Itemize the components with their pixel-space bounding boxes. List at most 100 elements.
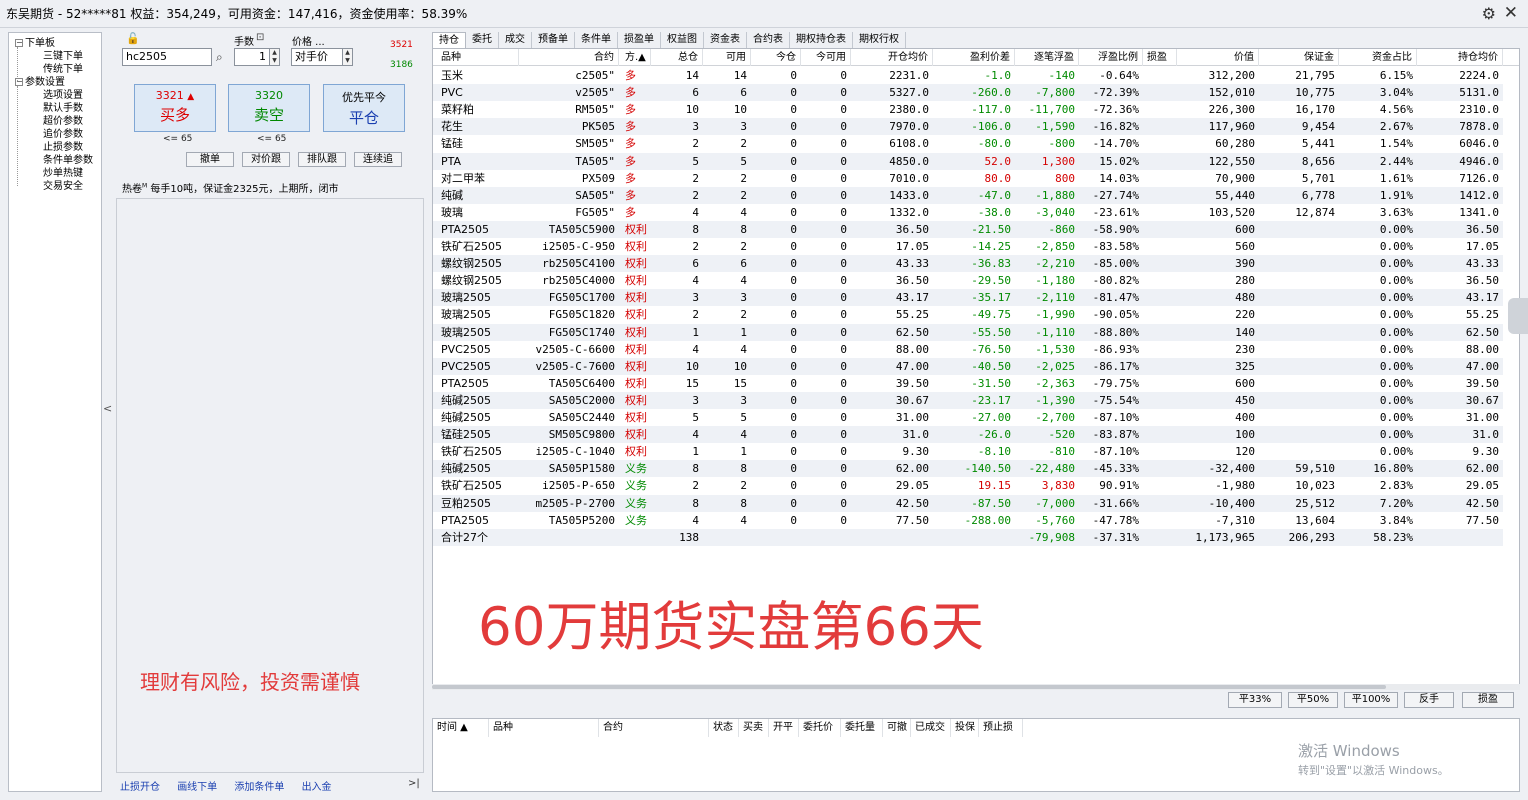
order-column-header[interactable]: 状态 — [709, 719, 739, 737]
buy-long-button[interactable]: 3321 ▲ 买多 — [134, 84, 216, 132]
table-row[interactable]: 纯碱2505 SA505C2440 权利 5 5 0 0 31.00 -27.00 -2,700 -… — [433, 409, 1503, 426]
table-row[interactable]: PTA2505 TA505C6400 权利 15 15 0 0 39.50 -31.50 -2,3… — [433, 374, 1503, 392]
counter-price-follow-button[interactable]: 对价跟 — [242, 152, 290, 167]
column-header[interactable]: 损盈 — [1143, 49, 1177, 66]
action-button[interactable]: 平33% — [1228, 692, 1282, 708]
table-row[interactable]: PTA TA505" 多 5 5 0 0 4850.0 52.0 1,300 15.02% 122,5… — [433, 152, 1503, 170]
table-total-row[interactable]: 合计27个 138 -79,908 -37.31% 1,173,965 206,293 58… — [433, 528, 1503, 546]
table-row[interactable]: 花生 PK505 多 3 3 0 0 7970.0 -106.0 -1,590 -16.82% 117… — [433, 118, 1503, 136]
column-header[interactable]: 今可用 — [801, 49, 851, 66]
table-row[interactable]: 螺纹钢2505 rb2505C4000 权利 4 4 0 0 36.50 -29.50 -1,18… — [433, 272, 1503, 290]
close-position-button[interactable]: 优先平今 平仓 — [323, 84, 405, 132]
draw-line-order-link[interactable]: 画线下单 — [177, 782, 217, 793]
order-column-header[interactable]: 委托价 — [799, 719, 841, 737]
stop-loss-open-link[interactable]: 止损开仓 — [120, 782, 160, 793]
price-stepper[interactable]: ▲ ▼ — [343, 48, 353, 66]
tab-item[interactable]: 期权持仓表 — [790, 32, 853, 48]
table-row[interactable]: 铁矿石2505 i2505-P-650 义务 2 2 0 0 29.05 19.15 3,830 9… — [433, 477, 1503, 495]
table-row[interactable]: PVC v2505" 多 6 6 0 0 5327.0 -260.0 -7,800 -72.39% 1… — [433, 84, 1503, 102]
table-row[interactable]: 纯碱2505 SA505C2000 权利 3 3 0 0 30.67 -23.17 -1,390 -… — [433, 391, 1503, 409]
column-header[interactable]: 方.▲ — [621, 49, 651, 66]
order-column-header[interactable]: 时间 ▲ — [433, 719, 489, 737]
table-row[interactable]: PTA2505 TA505C5900 权利 8 8 0 0 36.50 -21.50 -860 -5… — [433, 220, 1503, 238]
qty-lock-icon[interactable]: ⊡ — [256, 32, 264, 43]
table-row[interactable]: 纯碱 SA505" 多 2 2 0 0 1433.0 -47.0 -1,880 -27.74% 55,… — [433, 186, 1503, 204]
column-header[interactable]: 开仓均价 — [851, 49, 933, 66]
order-column-header[interactable]: 投保 — [951, 719, 979, 737]
order-column-header[interactable]: 买卖 — [739, 719, 769, 737]
tab-item[interactable]: 委托 — [466, 32, 499, 48]
table-row[interactable]: 纯碱2505 SA505P1580 义务 8 8 0 0 62.00 -140.50 -22,48… — [433, 460, 1503, 478]
qty-input[interactable]: 1 — [234, 48, 270, 66]
tab-item[interactable]: 权益图 — [661, 32, 704, 48]
qty-stepper[interactable]: ▲ ▼ — [270, 48, 280, 66]
tab-item[interactable]: 条件单 — [575, 32, 618, 48]
action-button[interactable]: 平100% — [1344, 692, 1398, 708]
collapse-left-icon[interactable]: < — [103, 402, 112, 415]
column-header[interactable]: 可用 — [703, 49, 751, 66]
add-conditional-order-link[interactable]: 添加条件单 — [234, 782, 284, 793]
order-column-header[interactable]: 委托量 — [841, 719, 883, 737]
tree-toggle-icon[interactable]: − — [15, 39, 23, 47]
tab-item[interactable]: 成交 — [499, 32, 532, 48]
table-row[interactable]: PVC2505 v2505-C-7600 权利 10 10 0 0 47.00 -40.50 -2… — [433, 357, 1503, 375]
scrollbar-thumb[interactable] — [432, 685, 1386, 689]
table-row[interactable]: 玻璃2505 FG505C1700 权利 3 3 0 0 43.17 -35.17 -2,110 -… — [433, 289, 1503, 307]
expand-right-icon[interactable]: >| — [408, 778, 420, 789]
sell-short-button[interactable]: 3320 卖空 — [228, 84, 310, 132]
tab-item[interactable]: 资金表 — [704, 32, 747, 48]
order-column-header[interactable]: 品种 — [489, 719, 599, 737]
table-row[interactable]: 玻璃 FG505" 多 4 4 0 0 1332.0 -38.0 -3,040 -23.61% 103… — [433, 203, 1503, 221]
action-button[interactable]: 损盈 — [1462, 692, 1514, 708]
deposit-withdraw-link[interactable]: 出入金 — [302, 782, 332, 793]
column-header[interactable]: 保证金 — [1259, 49, 1339, 66]
horizontal-scrollbar[interactable] — [432, 684, 1520, 690]
unlock-icon[interactable]: 🔓 — [126, 32, 140, 45]
tab-item[interactable]: 损盈单 — [618, 32, 661, 48]
column-header[interactable]: 品种 — [437, 49, 519, 66]
table-row[interactable]: 玻璃2505 FG505C1740 权利 1 1 0 0 62.50 -55.50 -1,110 -… — [433, 323, 1503, 341]
table-row[interactable]: 豆粕2505 m2505-P-2700 义务 8 8 0 0 42.50 -87.50 -7,00… — [433, 494, 1503, 512]
tab-item[interactable]: 合约表 — [747, 32, 790, 48]
table-row[interactable]: 玉米 c2505" 多 14 14 0 0 2231.0 -1.0 -140 -0.64% 312,2… — [433, 67, 1503, 84]
tab-item[interactable]: 预备单 — [532, 32, 575, 48]
column-header[interactable]: 今仓 — [751, 49, 801, 66]
continuous-chase-button[interactable]: 连续追 — [354, 152, 402, 167]
queue-follow-button[interactable]: 排队跟 — [298, 152, 346, 167]
table-row[interactable]: 玻璃2505 FG505C1820 权利 2 2 0 0 55.25 -49.75 -1,990-… — [433, 306, 1503, 324]
order-column-header[interactable]: 已成交 — [911, 719, 951, 737]
column-header[interactable]: 逐笔浮盈 — [1015, 49, 1079, 66]
search-icon[interactable]: ⌕ — [216, 50, 223, 65]
tree-toggle-icon[interactable]: − — [15, 78, 23, 86]
table-row[interactable]: 铁矿石2505 i2505-C-950 权利 2 2 0 0 17.05 -14.25 -2,85… — [433, 238, 1503, 255]
column-header[interactable]: 浮盈比例 — [1079, 49, 1143, 66]
contract-input[interactable]: hc2505 — [122, 48, 212, 66]
table-row[interactable]: 锰硅 SM505" 多 2 2 0 0 6108.0 -80.0 -800 -14.70% 60,28… — [433, 135, 1503, 153]
column-header[interactable]: 持仓均价 — [1417, 49, 1503, 66]
order-column-header[interactable]: 开平 — [769, 719, 799, 737]
column-header[interactable]: 合约 — [519, 49, 619, 66]
column-header[interactable]: 价值 — [1177, 49, 1259, 66]
order-column-header[interactable]: 可撤 — [883, 719, 911, 737]
table-row[interactable]: 铁矿石2505 i2505-C-1040 权利 1 1 0 0 9.30 -8.10 -810 -8… — [433, 443, 1503, 461]
action-button[interactable]: 平50% — [1288, 692, 1338, 708]
order-column-header[interactable]: 预止损 — [979, 719, 1023, 737]
table-row[interactable]: 锰硅2505 SM505C9800 权利 4 4 0 0 31.0 -26.0 -520 -83.8… — [433, 426, 1503, 444]
tab-item[interactable]: 持仓 — [432, 32, 466, 48]
table-row[interactable]: PTA2505 TA505P5200 义务 4 4 0 0 77.50 -288.00 -5,76… — [433, 511, 1503, 529]
column-header[interactable]: 总仓 — [651, 49, 703, 66]
gear-icon[interactable]: ⚙ — [1482, 4, 1496, 23]
cancel-order-button[interactable]: 撤单 — [186, 152, 234, 167]
column-header[interactable]: 盈利价差 — [933, 49, 1015, 66]
tab-item[interactable]: 期权行权 — [853, 32, 906, 48]
price-label[interactable]: 价格 ... — [292, 33, 325, 48]
column-header[interactable]: 资金占比 — [1339, 49, 1417, 66]
table-row[interactable]: 螺纹钢2505 rb2505C4100 权利 6 6 0 0 43.33 -36.83 -2,21… — [433, 255, 1503, 273]
side-handle[interactable] — [1508, 298, 1528, 334]
tree-item[interactable]: 交易安全 — [43, 177, 83, 192]
table-row[interactable]: 菜籽粕 RM505" 多 10 10 0 0 2380.0 -117.0 -11,700 -72.3… — [433, 101, 1503, 119]
price-mode-select[interactable]: 对手价 — [291, 48, 343, 66]
close-icon[interactable]: ✕ — [1504, 3, 1518, 23]
action-button[interactable]: 反手 — [1404, 692, 1454, 708]
order-column-header[interactable]: 合约 — [599, 719, 709, 737]
